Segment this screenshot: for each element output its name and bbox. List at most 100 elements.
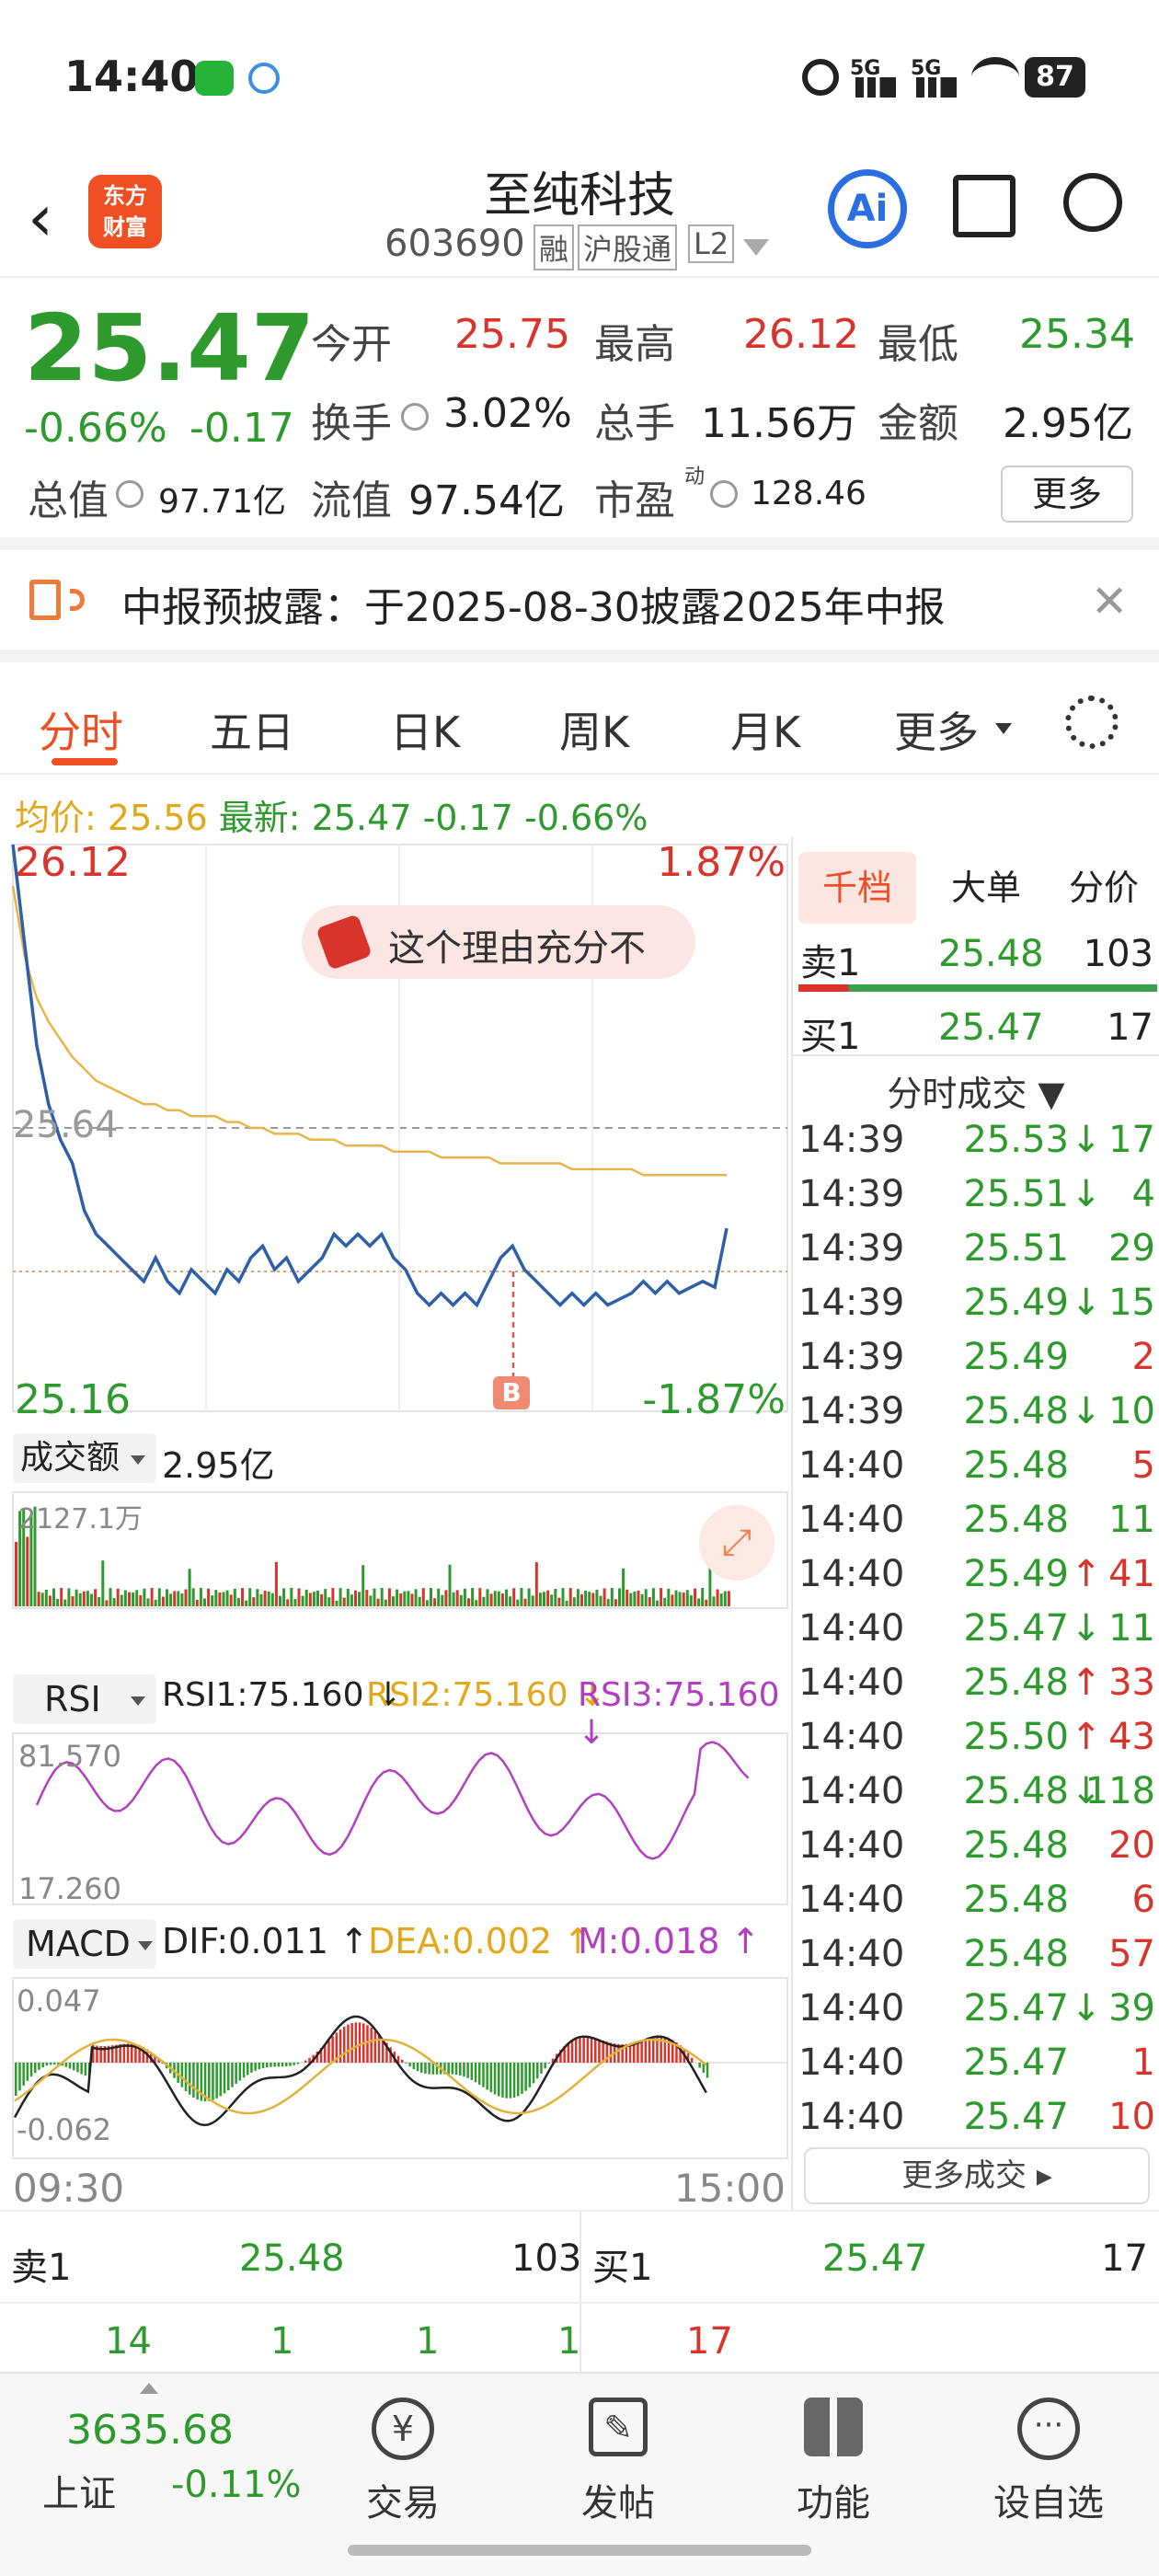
macd-bar [575, 2038, 578, 2063]
trade-time: 14:39 [798, 1173, 905, 1215]
trade-price: 25.50 [963, 1716, 1069, 1758]
macd-bar [640, 2041, 643, 2063]
macd-bar [49, 2063, 52, 2065]
nav-post[interactable]: ✎ 发帖 [526, 2392, 710, 2526]
macd-min: -0.062 [17, 2112, 112, 2147]
trade-price: 25.48 [963, 1770, 1069, 1812]
chevron-down-icon[interactable] [743, 239, 769, 256]
trade-price: 25.48 [963, 1499, 1069, 1541]
ref-price-label: 25.64 [13, 1104, 119, 1146]
macd-bar [250, 2063, 253, 2073]
pe-value: 128.46 [751, 475, 866, 512]
volume-bar [629, 1593, 633, 1606]
volume-bar [207, 1588, 211, 1606]
macd-bar [470, 2063, 474, 2080]
trade-price: 25.47 [963, 2096, 1069, 2138]
tab-monthly-k[interactable]: 月K [730, 699, 800, 760]
chart-svg[interactable] [0, 775, 791, 2210]
tab-intraday[interactable]: 分时 [39, 699, 123, 760]
macd-bar [189, 2063, 191, 2095]
tab-daily-k[interactable]: 日K [390, 699, 460, 760]
buy-marker[interactable]: B [493, 1376, 530, 1409]
alarm-icon [802, 59, 839, 96]
volume-bar [478, 1588, 482, 1606]
volume-bar [304, 1589, 308, 1606]
trade-time: 14:40 [798, 1499, 905, 1541]
volume-bar [588, 1592, 591, 1606]
index-ticker[interactable]: 3635.68 上证 -0.11% [0, 2374, 304, 2558]
trade-time: 14:40 [798, 1987, 905, 2030]
trade-price: 25.47 [963, 1987, 1069, 2030]
intraday-chart-area[interactable]: 26.12 1.87% 25.64 25.16 -1.87% 这个理由充分不 B… [0, 775, 791, 2211]
volume-bar [128, 1592, 131, 1606]
macd-bar [644, 2039, 648, 2063]
volume-bar [233, 1588, 236, 1606]
macd-bar [285, 2063, 288, 2066]
macd-bar [227, 2063, 230, 2091]
macd-selector[interactable]: MACD [13, 1919, 156, 1969]
tab-weekly-k[interactable]: 周K [559, 699, 629, 760]
macd-bar [512, 2063, 516, 2098]
share-icon[interactable] [953, 175, 1016, 237]
nav-trade[interactable]: ¥ 交易 [311, 2392, 495, 2526]
tab-price-dist[interactable]: 分价 [1049, 852, 1159, 924]
more-trades-button[interactable]: 更多成交 ▸ [804, 2147, 1150, 2204]
search-app-icon [248, 63, 280, 94]
volume-bar [229, 1594, 233, 1606]
comment-bubble[interactable]: 这个理由充分不 [302, 905, 695, 979]
tab-big-orders[interactable]: 大单 [931, 852, 1041, 924]
notice-text: 中报预披露：于2025-08-30披露2025年中报 [121, 584, 946, 631]
nav-functions[interactable]: 功能 [741, 2392, 925, 2526]
volume-bar [497, 1591, 500, 1606]
tab-more[interactable]: 更多 [894, 699, 979, 760]
amount-value: 2.95亿 [1003, 400, 1133, 447]
notice-banner[interactable]: 中报预披露：于2025-08-30披露2025年中报 ✕ [0, 550, 1159, 662]
volume-bar [75, 1589, 78, 1606]
tab-5day[interactable]: 五日 [210, 699, 294, 760]
info-icon[interactable] [116, 480, 143, 508]
volume-bar [135, 1590, 139, 1606]
volume-bar [602, 1588, 606, 1606]
macd-bar [261, 2063, 265, 2068]
info-icon[interactable] [401, 403, 429, 431]
tab-order-levels[interactable]: 千档 [798, 852, 916, 924]
info-icon[interactable] [710, 480, 738, 508]
dif-value: DIF:0.011 ↑ [162, 1921, 369, 1961]
macd-bar [289, 2063, 292, 2066]
ai-button[interactable]: Ai [828, 169, 907, 248]
macd-bar [254, 2063, 257, 2071]
trades-title[interactable]: 分时成交 ▼ [793, 1065, 1159, 1116]
search-icon[interactable] [1063, 173, 1122, 232]
wifi-icon [971, 57, 1019, 98]
trade-price: 25.49 [963, 1553, 1069, 1595]
volume-bar [279, 1595, 281, 1606]
trade-direction: ↑ [1071, 1553, 1102, 1595]
volume-bar [327, 1597, 331, 1606]
close-icon[interactable]: ✕ [1091, 576, 1128, 627]
volume-bar [290, 1588, 293, 1606]
macd-bar [304, 2060, 307, 2063]
settings-icon[interactable] [1065, 696, 1119, 749]
rsi-line [35, 1741, 750, 1860]
index-value: 3635.68 [66, 2407, 234, 2454]
expand-icon[interactable]: ⤢ [699, 1505, 775, 1581]
home-indicator[interactable] [348, 2545, 811, 2556]
ask-queue-2: 1 [270, 2320, 294, 2363]
trade-price: 25.48 [963, 1662, 1069, 1704]
caret-down-icon [138, 1941, 153, 1950]
macd-bar [652, 2037, 655, 2063]
macd-bar [489, 2063, 493, 2093]
stock-header: ‹ 东方 财富 至纯科技 603690 融 沪股通 L2 Ai [0, 156, 1159, 278]
macd-bar [459, 2063, 462, 2076]
status-bar: 14:40 5G 5G 87 [0, 0, 1159, 156]
trade-direction: ↑ [1071, 1716, 1102, 1758]
active-tab-indicator [52, 758, 118, 765]
volume-bar [177, 1591, 180, 1606]
open-label: 今开 [311, 321, 392, 368]
trade-price: 25.53 [963, 1119, 1069, 1161]
more-button[interactable]: 更多 [1001, 466, 1133, 523]
nav-add-watchlist[interactable]: ··· 设自选 [957, 2392, 1141, 2526]
trade-volume: 15 [1108, 1282, 1155, 1324]
caret-down-icon [995, 723, 1012, 734]
macd-bar [231, 2063, 234, 2087]
